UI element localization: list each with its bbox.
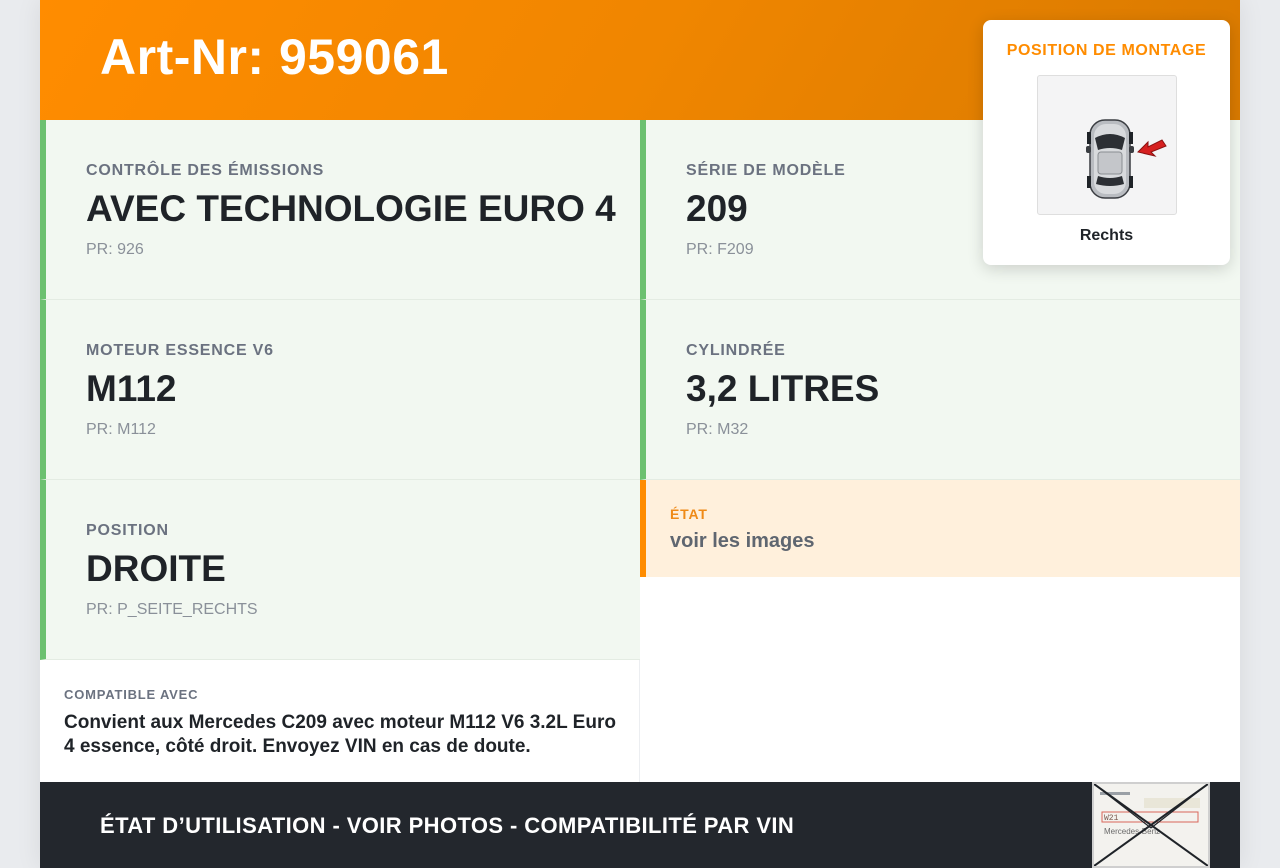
compatibility-section: COMPATIBLE AVEC Convient aux Mercedes C2… — [40, 660, 640, 782]
compatibility-text: Convient aux Mercedes C209 avec moteur M… — [64, 712, 616, 757]
spec-label: CONTRÔLE DES ÉMISSIONS — [86, 162, 325, 179]
condition-value: voir les images — [670, 530, 815, 552]
label-sticker-image: W21 Mercedes-Benz — [1093, 783, 1209, 867]
spec-pr-code: PR: M32 — [686, 421, 749, 438]
spec-pr-code: PR: P_SEITE_RECHTS — [86, 601, 258, 618]
mounting-position-popup: POSITION DE MONTAGE Rechts — [983, 20, 1230, 265]
spec-value: 3,2 LITRES — [686, 368, 880, 409]
mounting-position-image — [1037, 75, 1177, 215]
article-number-title: Art-Nr: 959061 — [100, 29, 449, 85]
arrow-pointer-icon — [1137, 139, 1167, 157]
footer-text: ÉTAT D’UTILISATION - VOIR PHOTOS - COMPA… — [100, 813, 795, 838]
mounting-position-title: POSITION DE MONTAGE — [1006, 42, 1207, 59]
spec-label: MOTEUR ESSENCE V6 — [86, 342, 274, 359]
spec-card-displacement: CYLINDRÉE 3,2 LITRES PR: M32 — [640, 300, 1240, 480]
spec-label: POSITION — [86, 522, 169, 539]
compatibility-label: COMPATIBLE AVEC — [64, 687, 199, 702]
stamp-code-text: W21 — [1104, 814, 1119, 823]
spec-card-position: POSITION DROITE PR: P_SEITE_RECHTS — [40, 480, 640, 660]
spec-card-emissions: CONTRÔLE DES ÉMISSIONS AVEC TECHNOLOGIE … — [40, 120, 640, 300]
condition-label: ÉTAT — [670, 506, 708, 522]
spec-card-engine: MOTEUR ESSENCE V6 M112 PR: M112 — [40, 300, 640, 480]
spec-value: 209 — [686, 188, 748, 229]
product-sheet: Art-Nr: 959061 CONTRÔLE DES ÉMISSIONS AV… — [40, 0, 1240, 868]
spec-value: M112 — [86, 368, 177, 409]
spec-pr-code: PR: F209 — [686, 241, 754, 258]
mounting-position-caption: Rechts — [1079, 227, 1134, 244]
spec-pr-code: PR: 926 — [86, 241, 144, 258]
spec-value: DROITE — [86, 548, 226, 589]
spec-value: AVEC TECHNOLOGIE EURO 4 — [86, 188, 616, 229]
condition-card: ÉTAT voir les images — [640, 480, 1240, 577]
part-label-photo-thumbnail[interactable]: W21 Mercedes-Benz — [1092, 782, 1210, 868]
spec-pr-code: PR: M112 — [86, 421, 156, 438]
footer-bar: ÉTAT D’UTILISATION - VOIR PHOTOS - COMPA… — [40, 782, 1240, 868]
spec-label: SÉRIE DE MODÈLE — [686, 162, 846, 179]
spec-label: CYLINDRÉE — [686, 342, 786, 359]
stamp-brand-text: Mercedes-Benz — [1104, 827, 1160, 836]
